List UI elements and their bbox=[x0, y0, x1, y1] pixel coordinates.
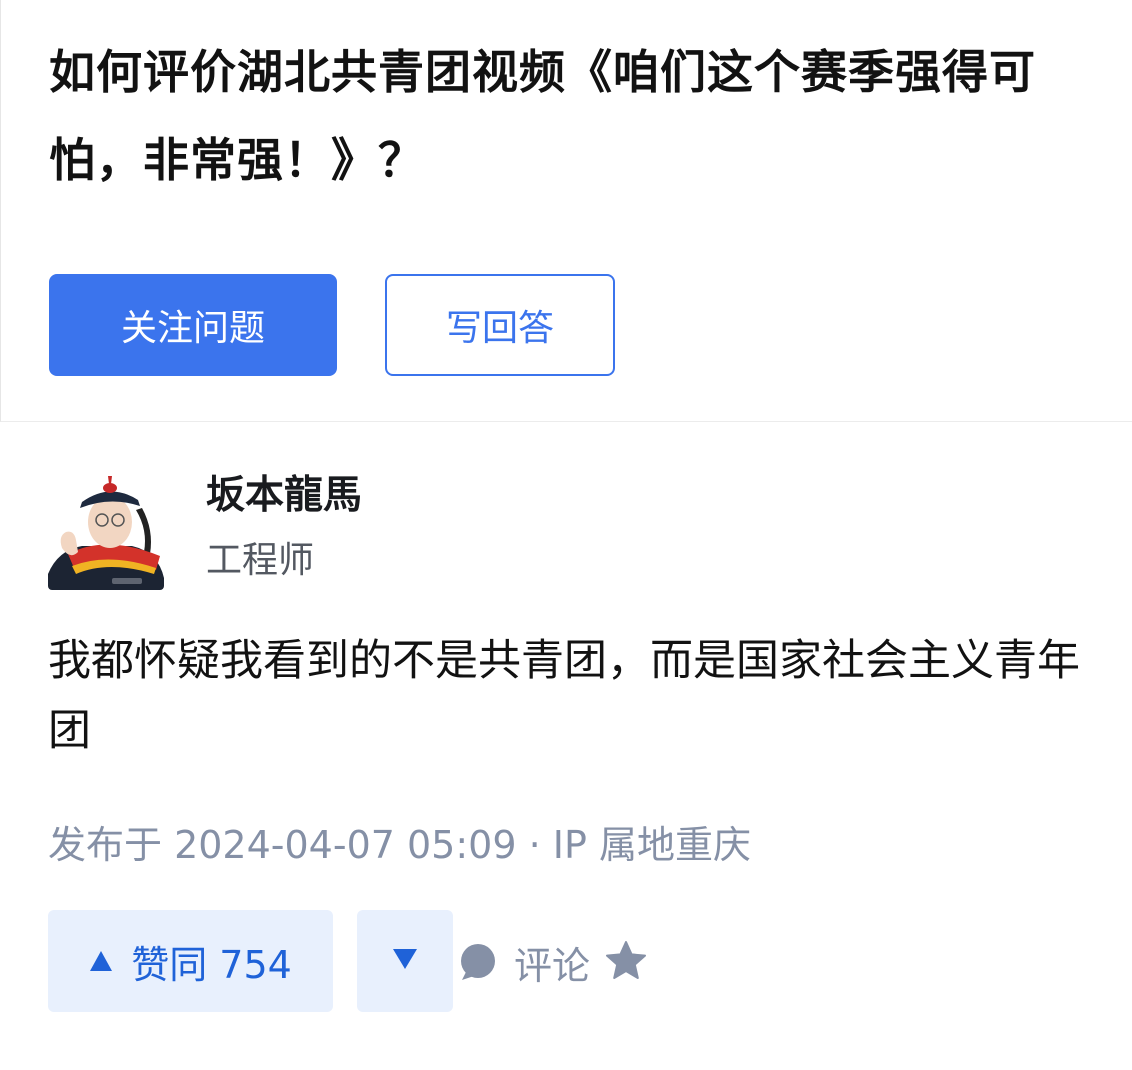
author-bio: 工程师 bbox=[206, 540, 315, 581]
upvote-button[interactable]: 赞同 754 bbox=[48, 910, 333, 1012]
favorite-button[interactable] bbox=[603, 940, 649, 986]
triangle-up-icon bbox=[89, 950, 113, 972]
star-icon bbox=[604, 939, 648, 987]
follow-question-button[interactable]: 关注问题 bbox=[49, 274, 337, 376]
triangle-down-icon bbox=[392, 948, 418, 974]
comment-bubble-icon bbox=[458, 942, 498, 982]
answer-content: 我都怀疑我看到的不是共青团，而是国家社会主义青年团 bbox=[48, 636, 1080, 756]
comment-button[interactable]: 评论 bbox=[458, 930, 590, 994]
author-name[interactable]: 坂本龍馬 bbox=[206, 470, 362, 522]
question-title[interactable]: 如何评价湖北共青团视频《咱们这个赛季强得可怕，非常强！》？ bbox=[49, 28, 1109, 204]
downvote-button[interactable] bbox=[357, 910, 453, 1012]
upvote-label: 赞同 754 bbox=[131, 942, 292, 987]
comment-label: 评论 bbox=[514, 943, 591, 988]
question-card: 如何评价湖北共青团视频《咱们这个赛季强得可怕，非常强！》？ 关注问题 写回答 bbox=[0, 0, 1132, 422]
write-answer-button[interactable]: 写回答 bbox=[385, 274, 615, 376]
avatar[interactable] bbox=[48, 470, 164, 590]
publish-meta: 发布于 2024-04-07 05:09 · IP 属地重庆 bbox=[48, 823, 751, 867]
